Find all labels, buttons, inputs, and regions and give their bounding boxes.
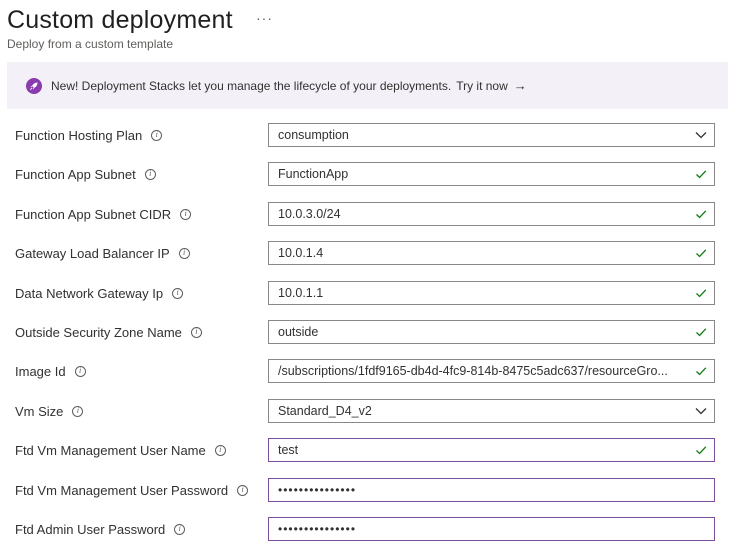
field-label: Ftd Admin User Password i <box>15 516 186 542</box>
form-row-data-network-gateway-ip: Data Network Gateway Ip i 10.0.1.1 <box>0 280 730 306</box>
checkmark-icon <box>694 286 708 300</box>
data-network-gateway-ip-input[interactable]: 10.0.1.1 <box>268 281 715 305</box>
field-label: Data Network Gateway Ip i <box>15 280 184 306</box>
checkmark-icon <box>694 207 708 221</box>
field-value: test <box>278 443 299 457</box>
info-icon[interactable]: i <box>74 365 86 377</box>
field-label: Gateway Load Balancer IP i <box>15 240 190 266</box>
field-label: Function Hosting Plan i <box>15 122 163 148</box>
form-row-gateway-load-balancer-ip: Gateway Load Balancer IP i 10.0.1.4 <box>0 240 730 266</box>
field-label-text: Ftd Vm Management User Name <box>15 442 206 458</box>
form-row-vm-size: Vm Size i Standard_D4_v2 <box>0 398 730 424</box>
field-label: Image Id i <box>15 358 86 384</box>
field-label-text: Ftd Vm Management User Password <box>15 482 229 498</box>
function-app-subnet-cidr-input[interactable]: 10.0.3.0/24 <box>268 202 715 226</box>
field-label: Vm Size i <box>15 398 84 424</box>
field-label-text: Vm Size <box>15 403 64 419</box>
image-id-input[interactable]: /subscriptions/1fdf9165-db4d-4fc9-814b-8… <box>268 359 715 383</box>
function-hosting-plan-dropdown[interactable]: consumption <box>268 123 715 147</box>
field-label-text: Function App Subnet CIDR <box>15 206 172 222</box>
field-value: ••••••••••••••• <box>278 483 357 497</box>
info-icon[interactable]: i <box>151 129 163 141</box>
try-it-now-link[interactable]: Try it now <box>456 79 508 93</box>
info-icon[interactable]: i <box>144 168 156 180</box>
more-options-button[interactable]: ··· <box>256 10 273 26</box>
info-icon[interactable]: i <box>190 326 202 338</box>
info-icon[interactable]: i <box>174 523 186 535</box>
form-row-image-id: Image Id i/subscriptions/1fdf9165-db4d-4f… <box>0 358 730 384</box>
field-label-text: Image Id <box>15 363 66 379</box>
field-label-text: Ftd Admin User Password <box>15 521 166 537</box>
field-value: 10.0.1.4 <box>278 246 324 260</box>
chevron-down-icon[interactable] <box>694 128 708 142</box>
ftd-vm-management-user-password-input[interactable]: ••••••••••••••• <box>268 478 715 502</box>
form-row-ftd-vm-management-user-password: Ftd Vm Management User Password i ••••••••… <box>0 477 730 503</box>
vm-size-dropdown[interactable]: Standard_D4_v2 <box>268 399 715 423</box>
field-value: /subscriptions/1fdf9165-db4d-4fc9-814b-8… <box>278 364 668 378</box>
function-app-subnet-input[interactable]: FunctionApp <box>268 162 715 186</box>
info-icon[interactable]: i <box>237 484 249 496</box>
checkmark-icon <box>694 246 708 260</box>
field-label-text: Function App Subnet <box>15 166 136 182</box>
checkmark-icon <box>694 364 708 378</box>
outside-security-zone-name-input[interactable]: outside <box>268 320 715 344</box>
form-row-outside-security-zone-name: Outside Security Zone Name i outside <box>0 319 730 345</box>
field-value: 10.0.1.1 <box>278 286 324 300</box>
ftd-admin-user-password-input[interactable]: ••••••••••••••• <box>268 517 715 541</box>
field-value: outside <box>278 325 319 339</box>
info-icon[interactable]: i <box>172 287 184 299</box>
form-row-ftd-admin-user-password: Ftd Admin User Password i ••••••••••••••• <box>0 516 730 542</box>
info-icon[interactable]: i <box>214 444 226 456</box>
checkmark-icon <box>694 443 708 457</box>
banner-text: New! Deployment Stacks let you manage th… <box>51 78 452 93</box>
field-label: Function App Subnet CIDR i <box>15 201 192 227</box>
chevron-down-icon[interactable] <box>694 404 708 418</box>
field-label-text: Function Hosting Plan <box>15 127 143 143</box>
field-label: Ftd Vm Management User Name i <box>15 437 226 463</box>
form-row-function-hosting-plan: Function Hosting Plan i consumption <box>0 122 730 148</box>
info-icon[interactable]: i <box>180 208 192 220</box>
form-row-function-app-subnet-cidr: Function App Subnet CIDR i 10.0.3.0/24 <box>0 201 730 227</box>
checkmark-icon <box>694 325 708 339</box>
form-row-function-app-subnet: Function App Subnet i FunctionApp <box>0 161 730 187</box>
field-label-text: Data Network Gateway Ip <box>15 285 164 301</box>
arrow-right-icon[interactable]: → <box>514 78 527 93</box>
field-value: 10.0.3.0/24 <box>278 207 341 221</box>
field-label-text: Outside Security Zone Name <box>15 324 182 340</box>
gateway-load-balancer-ip-input[interactable]: 10.0.1.4 <box>268 241 715 265</box>
field-label: Ftd Vm Management User Password i <box>15 477 249 503</box>
field-label: Function App Subnet i <box>15 161 156 187</box>
info-icon[interactable]: i <box>178 247 190 259</box>
deployment-stacks-banner: New! Deployment Stacks let you manage th… <box>7 62 728 109</box>
page-subtitle: Deploy from a custom template <box>7 37 174 51</box>
field-label: Outside Security Zone Name i <box>15 319 202 345</box>
field-value: FunctionApp <box>278 167 349 181</box>
info-icon[interactable]: i <box>72 405 84 417</box>
field-label-text: Gateway Load Balancer IP <box>15 245 170 261</box>
page-title: Custom deployment <box>7 6 233 34</box>
checkmark-icon <box>694 167 708 181</box>
field-value: Standard_D4_v2 <box>278 404 372 418</box>
ftd-vm-management-user-name-input[interactable]: test <box>268 438 715 462</box>
field-value: ••••••••••••••• <box>278 522 357 536</box>
form-row-ftd-vm-management-user-name: Ftd Vm Management User Name i test <box>0 437 730 463</box>
field-value: consumption <box>278 128 349 142</box>
rocket-icon <box>26 77 42 94</box>
